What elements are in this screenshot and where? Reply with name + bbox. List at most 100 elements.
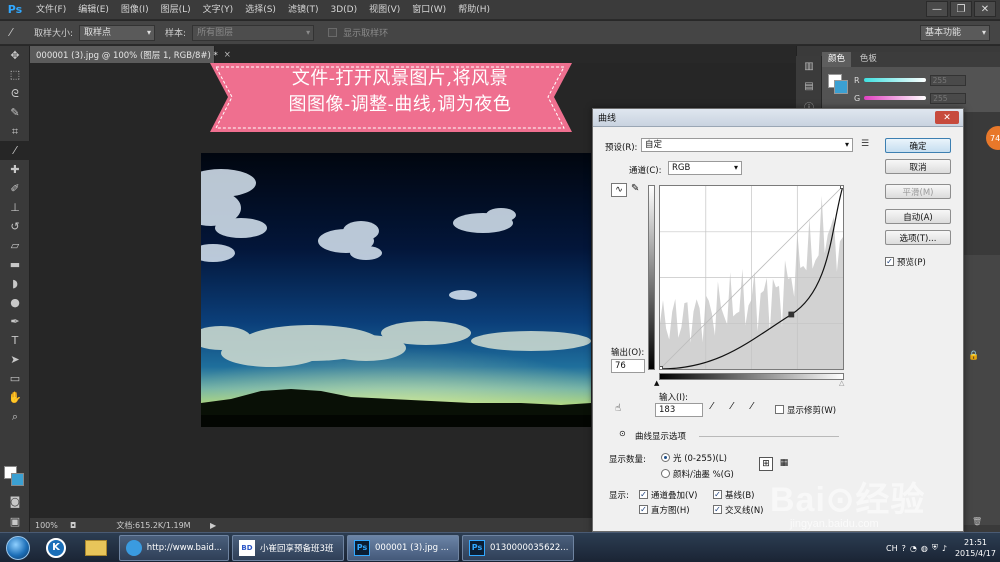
white-eyedropper-icon[interactable]: ⁄ (751, 401, 753, 412)
hand-tool-icon[interactable]: ✋ (0, 388, 30, 407)
black-point-slider-icon[interactable]: ▲ (654, 379, 659, 387)
menu-layer[interactable]: 图层(L) (155, 0, 197, 20)
g-slider[interactable] (864, 96, 927, 100)
type-tool-icon[interactable]: T (0, 331, 30, 350)
zoom-level[interactable]: 100% (30, 521, 70, 530)
shape-tool-icon[interactable]: ▭ (0, 369, 30, 388)
crop-tool-icon[interactable]: ⌗ (0, 122, 30, 141)
black-eyedropper-icon[interactable]: ⁄ (711, 401, 713, 412)
gradient-tool-icon[interactable]: ▬ (0, 255, 30, 274)
smooth-button[interactable]: 平滑(M) (885, 184, 951, 199)
screen-mode-icon[interactable]: ▣ (0, 512, 30, 531)
shield-icon[interactable]: ⛨ (932, 543, 938, 553)
help-icon[interactable]: ? (902, 544, 906, 553)
options-button[interactable]: 选项(T)... (885, 230, 951, 245)
workspace-select[interactable]: 基本功能 (920, 25, 990, 41)
background-color-swatch[interactable] (11, 473, 24, 486)
menu-edit[interactable]: 编辑(E) (72, 0, 115, 20)
detailed-grid-icon[interactable]: ▦ (777, 457, 791, 471)
brush-tool-icon[interactable]: ✐ (0, 179, 30, 198)
menu-view[interactable]: 视图(V) (363, 0, 406, 20)
stamp-tool-icon[interactable]: ⊥ (0, 198, 30, 217)
tab-color[interactable]: 颜色 (822, 52, 852, 67)
sample-size-select[interactable]: 取样点 (79, 24, 156, 41)
r-slider[interactable] (863, 78, 926, 82)
move-tool-icon[interactable]: ✥ (0, 46, 30, 65)
history-panel-icon[interactable]: ▥ (796, 56, 822, 76)
show-ring-checkbox[interactable] (328, 28, 338, 37)
input-field[interactable]: 183 (655, 403, 703, 417)
lock-icon[interactable]: 🔒 (968, 351, 979, 361)
menu-type[interactable]: 文字(Y) (197, 0, 240, 20)
zoom-tool-icon[interactable]: ⌕ (0, 407, 30, 426)
trash-icon[interactable]: 🗑 (972, 517, 982, 526)
document-tab[interactable]: 000001 (3).jpg @ 100% (图层 1, RGB/8#) * × (30, 46, 231, 63)
taskbar-ps-doc[interactable]: Ps 000001 (3).jpg ... (347, 534, 459, 561)
status-info-icon[interactable]: ◘ (70, 521, 76, 530)
pencil-tool-icon[interactable]: ✎ (631, 183, 639, 194)
preset-menu-icon[interactable]: ☰ (861, 139, 869, 149)
quick-mask-icon[interactable]: ◙ (0, 492, 30, 511)
target-adjust-icon[interactable]: ☝ (615, 403, 621, 414)
cancel-button[interactable]: 取消 (885, 159, 951, 174)
taskbar-browser[interactable]: http://www.baid... (119, 534, 229, 561)
clock[interactable]: 21:51 2015/4/17 (955, 537, 996, 559)
curve-point-tool-icon[interactable]: ∿ (611, 183, 627, 197)
start-button[interactable] (0, 534, 36, 562)
minimize-button[interactable]: — (926, 1, 948, 17)
histogram-checkbox[interactable]: ✓ (639, 505, 648, 514)
preset-select[interactable]: 自定 (641, 138, 853, 152)
k-app-icon[interactable]: K (36, 534, 76, 562)
pen-tool-icon[interactable]: ✒ (0, 312, 30, 331)
menu-3d[interactable]: 3D(D) (324, 0, 363, 20)
volume-icon[interactable]: ♪ (942, 544, 947, 553)
tab-swatches[interactable]: 色板 (854, 52, 883, 67)
language-indicator[interactable]: CH (886, 544, 898, 553)
qq-icon[interactable]: ◍ (921, 544, 928, 553)
sample-select[interactable]: 所有图层 (192, 24, 315, 41)
history-brush-tool-icon[interactable]: ↺ (0, 217, 30, 236)
curves-graph[interactable] (657, 183, 846, 372)
eraser-tool-icon[interactable]: ▱ (0, 236, 30, 255)
pigment-radio[interactable] (661, 469, 670, 478)
quick-select-tool-icon[interactable]: ✎ (0, 103, 30, 122)
dialog-close-button[interactable]: ✕ (935, 111, 959, 124)
menu-filter[interactable]: 滤镜(T) (282, 0, 325, 20)
output-field[interactable]: 76 (611, 359, 645, 373)
lasso-tool-icon[interactable]: ᘓ (0, 84, 30, 103)
menu-file[interactable]: 文件(F) (30, 0, 72, 20)
ok-button[interactable]: 确定 (885, 138, 951, 153)
baseline-checkbox[interactable]: ✓ (713, 490, 722, 499)
actions-panel-icon[interactable]: ▤ (796, 76, 822, 96)
network-icon[interactable]: ◔ (910, 544, 917, 553)
explorer-icon[interactable] (76, 534, 116, 562)
simple-grid-icon[interactable]: ⊞ (759, 457, 773, 471)
curves-title-bar[interactable]: 曲线 (593, 109, 963, 127)
preview-checkbox[interactable]: ✓ (885, 257, 894, 266)
blur-tool-icon[interactable]: ◗ (0, 274, 30, 293)
taskbar-ps-doc2[interactable]: Ps 0130000035622... (462, 534, 574, 561)
r-value[interactable]: 255 (929, 74, 966, 86)
status-arrow-icon[interactable]: ▶ (210, 521, 216, 530)
g-value[interactable]: 255 (930, 92, 967, 104)
collapse-options-icon[interactable]: ⊙ (619, 429, 626, 438)
close-button[interactable]: ✕ (974, 1, 996, 17)
channel-select[interactable]: RGB (668, 161, 742, 175)
marquee-tool-icon[interactable]: ⬚ (0, 65, 30, 84)
eyedropper-tool-icon[interactable]: ⁄ (10, 26, 28, 39)
close-icon[interactable]: × (224, 50, 231, 60)
landscape-photo[interactable] (201, 153, 591, 427)
taskbar-baidu[interactable]: BD 小崔回享预备班3班 (232, 534, 344, 561)
color-bg-swatch[interactable] (834, 80, 848, 94)
eyedropper-tool-icon[interactable]: ⁄ (0, 141, 30, 160)
menu-select[interactable]: 选择(S) (239, 0, 282, 20)
gray-eyedropper-icon[interactable]: ⁄ (731, 401, 733, 412)
menu-window[interactable]: 窗口(W) (406, 0, 452, 20)
auto-button[interactable]: 自动(A) (885, 209, 951, 224)
show-clipping-checkbox[interactable] (775, 405, 784, 414)
light-radio[interactable] (661, 453, 670, 462)
menu-help[interactable]: 帮助(H) (452, 0, 496, 20)
intersection-checkbox[interactable]: ✓ (713, 505, 722, 514)
maximize-button[interactable]: ❐ (950, 1, 972, 17)
channel-overlay-checkbox[interactable]: ✓ (639, 490, 648, 499)
